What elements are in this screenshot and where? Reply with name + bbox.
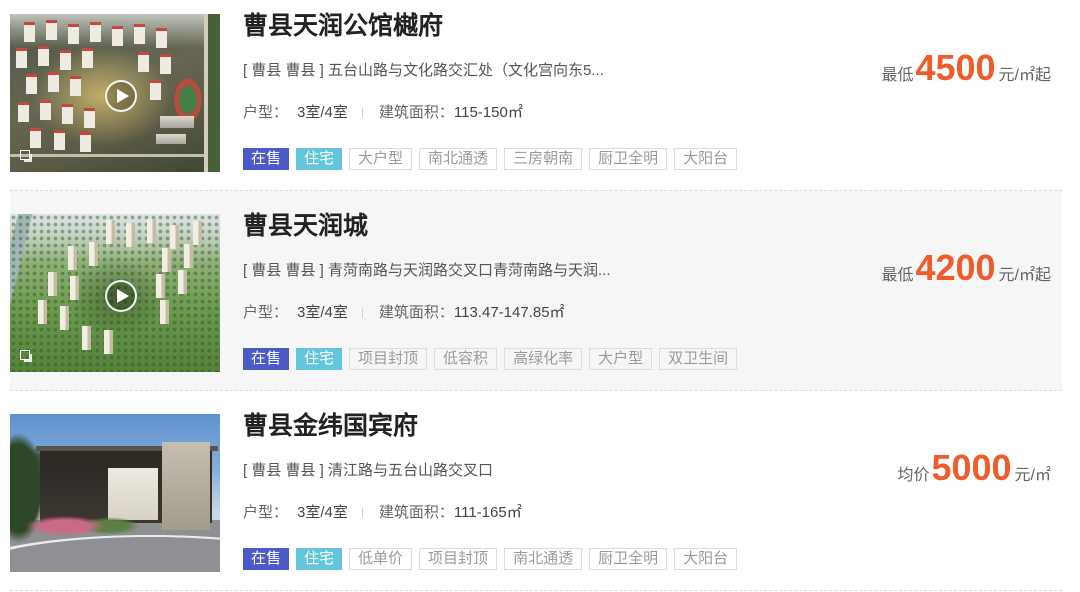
play-icon [117,289,129,303]
status-badge: 在售 [243,348,290,370]
feature-tag: 大户型 [349,148,413,170]
status-badge: 在售 [243,548,290,570]
feature-tag: 厨卫全明 [589,148,668,170]
listing-address: [ 曹县 曹县 ] 清江路与五台山路交叉口 [243,462,494,479]
layout-value: 3室/4室 [297,104,348,121]
area-value: 115-150㎡ [453,104,523,121]
price-unit: 元/㎡起 [998,67,1051,84]
listing-tags: 在售 住宅 大户型 南北通透 三房朝南 厨卫全明 大阳台 [243,148,744,170]
price-prefix: 均价 [897,467,930,484]
listing-title[interactable]: 曹县天润城 [243,211,368,241]
listing-address: [ 曹县 曹县 ] 青菏南路与天润路交叉口青菏南路与天润... [243,262,611,279]
feature-tag: 大户型 [589,348,653,370]
layout-label: 户型： [243,504,289,521]
price-value: 4500 [915,47,996,88]
listing-thumbnail[interactable] [10,414,220,572]
price-value: 5000 [931,447,1012,488]
feature-tag: 三房朝南 [504,148,583,170]
area-value: 111-165㎡ [453,504,522,521]
price-prefix: 最低 [881,67,914,84]
price-unit: 元/㎡ [1014,467,1051,484]
layout-label: 户型： [243,104,289,121]
listing-title[interactable]: 曹县天润公馆樾府 [243,11,443,41]
feature-tag: 项目封顶 [419,548,498,570]
listing-title[interactable]: 曹县金纬国宾府 [243,411,418,441]
listing-specs: 户型： 3室/4室 建筑面积： 113.47-147.85㎡ [243,303,565,323]
listing-card: 曹县金纬国宾府 [ 曹县 曹县 ] 清江路与五台山路交叉口 户型： 3室/4室 … [10,391,1062,591]
listing-price: 均价 5000 元/㎡ [897,447,1051,489]
listing-tags: 在售 住宅 项目封顶 低容积 高绿化率 大户型 双卫生间 [243,348,744,370]
spec-divider [361,108,363,118]
gallery-icon [20,350,30,360]
property-type-badge: 住宅 [296,548,343,570]
feature-tag: 南北通透 [419,148,498,170]
feature-tag: 双卫生间 [659,348,738,370]
listing-specs: 户型： 3室/4室 建筑面积： 111-165㎡ [243,503,522,523]
status-badge: 在售 [243,148,290,170]
layout-value: 3室/4室 [297,504,348,521]
spec-divider [361,308,363,318]
property-type-badge: 住宅 [296,348,343,370]
listing-price: 最低 4500 元/㎡起 [881,47,1051,89]
feature-tag: 高绿化率 [504,348,583,370]
feature-tag: 大阳台 [674,148,738,170]
property-listing-list: 曹县天润公馆樾府 [ 曹县 曹县 ] 五台山路与文化路交汇处（文化宫向东5...… [10,0,1062,591]
feature-tag: 低单价 [349,548,413,570]
listing-tags: 在售 住宅 低单价 项目封顶 南北通透 厨卫全明 大阳台 [243,548,744,570]
spec-divider [361,508,363,518]
area-label: 建筑面积： [378,304,454,321]
feature-tag: 南北通透 [504,548,583,570]
feature-tag: 大阳台 [674,548,738,570]
listing-price: 最低 4200 元/㎡起 [881,247,1051,289]
layout-value: 3室/4室 [297,304,348,321]
price-value: 4200 [915,247,996,288]
listing-thumbnail[interactable] [10,14,220,172]
price-prefix: 最低 [881,267,914,284]
area-value: 113.47-147.85㎡ [453,304,565,321]
play-video-button[interactable] [105,280,137,312]
layout-label: 户型： [243,304,289,321]
listing-specs: 户型： 3室/4室 建筑面积： 115-150㎡ [243,103,523,123]
listing-card: 曹县天润城 [ 曹县 曹县 ] 青菏南路与天润路交叉口青菏南路与天润... 户型… [10,191,1062,391]
feature-tag: 低容积 [434,348,498,370]
listing-card: 曹县天润公馆樾府 [ 曹县 曹县 ] 五台山路与文化路交汇处（文化宫向东5...… [10,0,1062,191]
property-type-badge: 住宅 [296,148,343,170]
price-unit: 元/㎡起 [998,267,1051,284]
feature-tag: 厨卫全明 [589,548,668,570]
play-icon [117,89,129,103]
listing-thumbnail[interactable] [10,214,220,372]
area-label: 建筑面积： [378,104,454,121]
gallery-icon [20,150,30,160]
listing-address: [ 曹县 曹县 ] 五台山路与文化路交汇处（文化宫向东5... [243,62,604,79]
area-label: 建筑面积： [378,504,454,521]
feature-tag: 项目封顶 [349,348,428,370]
play-video-button[interactable] [105,80,137,112]
